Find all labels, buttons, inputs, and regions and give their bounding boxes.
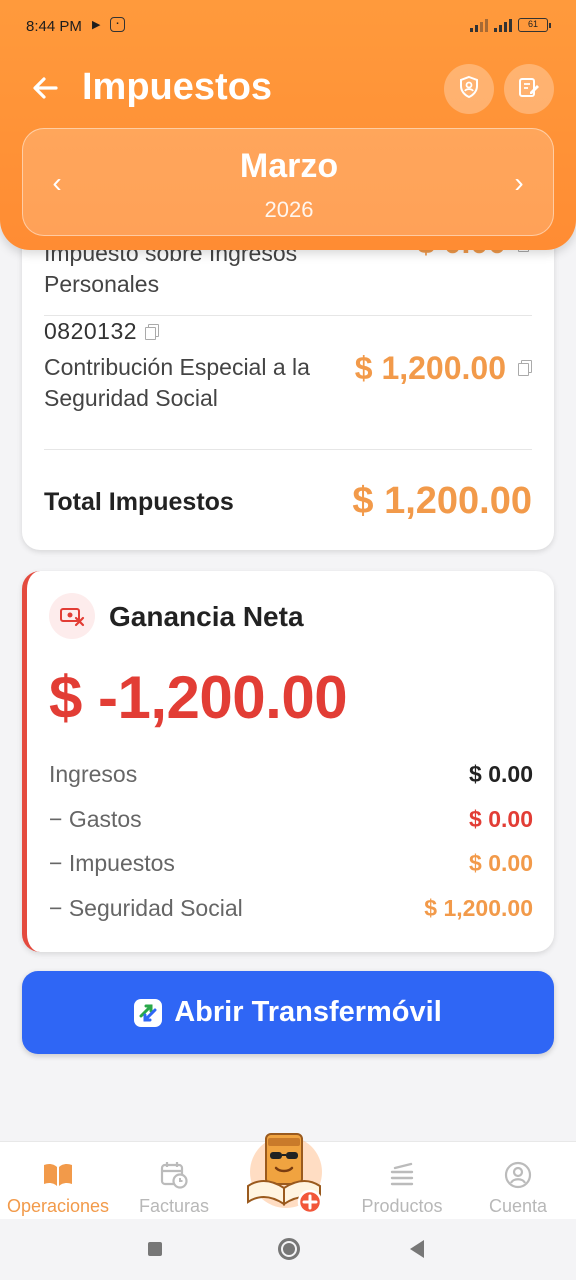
tax-code-value: 0820132 (44, 318, 138, 344)
arrow-left-icon[interactable] (30, 70, 60, 106)
edit-document-icon (517, 75, 541, 104)
chevron-right-icon[interactable]: › (505, 165, 533, 201)
copy-icon[interactable] (518, 360, 532, 376)
net-profit-card: Ganancia Neta $ -1,200.00 Ingresos $ 0.0… (22, 571, 554, 952)
breakdown-row: Ingresos $ 0.00 (49, 761, 533, 795)
book-icon (41, 1160, 75, 1190)
breakdown-row: − Impuestos $ 0.00 (49, 850, 533, 884)
nav-item-operaciones[interactable]: Operaciones (0, 1142, 116, 1220)
edit-button[interactable] (504, 64, 554, 114)
nav-label: Facturas (138, 1196, 210, 1216)
breakdown-label: − Impuestos (49, 850, 175, 876)
nav-label: Cuenta (488, 1196, 548, 1216)
net-profit-value: $ -1,200.00 (49, 664, 348, 731)
breakdown-label: − Seguridad Social (49, 895, 243, 921)
breakdown-value: $ 0.00 (469, 806, 533, 832)
battery-icon: 61 (518, 18, 551, 32)
breakdown-value: $ 1,200.00 (424, 895, 533, 921)
status-time: 8:44 PM (26, 18, 82, 35)
breakdown-row: − Gastos $ 0.00 (49, 806, 533, 840)
open-transfermovil-button[interactable]: Abrir Transfermóvil (22, 971, 554, 1054)
tax-description: Contribución Especial a la Seguridad Soc… (44, 354, 310, 411)
copy-icon[interactable] (145, 323, 160, 340)
play-icon: ▶ (92, 19, 101, 31)
tax-amount: $ 1,200.00 (354, 350, 506, 386)
shield-icon (457, 75, 481, 104)
total-taxes-label: Total Impuestos (44, 488, 234, 516)
breakdown-label: − Gastos (49, 806, 142, 832)
period-year: 2026 (264, 197, 314, 222)
breakdown-label: Ingresos (49, 761, 138, 787)
stack-icon (385, 1160, 419, 1190)
back-icon[interactable] (410, 1240, 424, 1258)
signal-icon (494, 18, 512, 32)
tax-row: 0820132 Contribución Especial a la Segur… (44, 316, 532, 450)
transfer-app-icon (134, 998, 163, 1027)
net-profit-title: Ganancia Neta (109, 601, 304, 632)
security-button[interactable] (444, 64, 494, 114)
calendar-clock-icon (157, 1160, 191, 1190)
taxes-card: Impuesto sobre Ingresos Personales $ 0.0… (22, 210, 554, 550)
open-transfermovil-label: Abrir Transfermóvil (174, 996, 442, 1028)
user-circle-icon (501, 1160, 535, 1190)
nav-item-cuenta[interactable]: Cuenta (460, 1142, 576, 1220)
period-selector: ‹ Marzo 2026 › (22, 128, 554, 236)
notification-app-icon: ▪ (110, 17, 125, 32)
nav-label: Operaciones (6, 1196, 110, 1216)
tax-code: 0820132 (44, 316, 160, 346)
home-icon[interactable] (278, 1238, 300, 1260)
nav-item-productos[interactable]: Productos (344, 1142, 460, 1220)
breakdown-value: $ 0.00 (469, 850, 533, 876)
center-action-button[interactable] (240, 1124, 332, 1216)
breakdown-row: − Seguridad Social $ 1,200.00 (49, 895, 533, 929)
nav-item-facturas[interactable]: Facturas (116, 1142, 232, 1220)
money-off-icon (49, 593, 95, 639)
app-header: 8:44 PM ▶ ▪ 61 Impuestos ‹ Marzo 2026 › (0, 0, 576, 250)
nav-label: Productos (361, 1196, 443, 1216)
page-title: Impuestos (82, 66, 273, 108)
status-indicators: 61 (470, 18, 551, 32)
recent-apps-icon[interactable] (148, 1242, 162, 1256)
mascot-book-icon (240, 1133, 332, 1220)
breakdown-value: $ 0.00 (469, 761, 533, 787)
signal-icon (470, 18, 488, 32)
system-navigation-bar (0, 1219, 576, 1280)
period-month: Marzo (239, 147, 339, 185)
total-taxes-value: $ 1,200.00 (352, 480, 532, 522)
status-bar: 8:44 PM ▶ ▪ 61 (0, 0, 576, 52)
